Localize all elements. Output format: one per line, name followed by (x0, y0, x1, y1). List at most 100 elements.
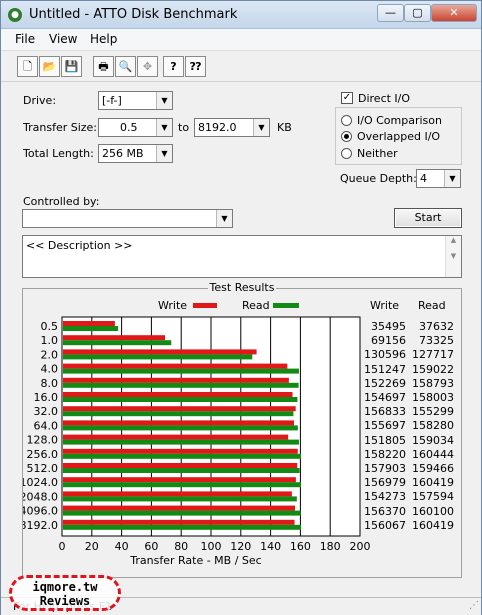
description-scrollbar[interactable]: ▲ ▼ (445, 236, 461, 277)
menu-file[interactable]: File (15, 32, 35, 46)
controlled-by-select[interactable]: ▼ (22, 209, 233, 228)
category-label: 2.0 (41, 348, 59, 361)
chevron-down-icon: ▼ (156, 119, 172, 136)
legend-write-swatch (193, 303, 217, 308)
queue-depth-select[interactable]: 4 ▼ (416, 169, 461, 188)
chevron-down-icon: ▼ (156, 92, 172, 109)
write-value: 157903 (364, 462, 406, 475)
category-label: 16.0 (34, 391, 59, 404)
read-bar (63, 453, 302, 459)
write-bar (63, 420, 294, 426)
x-tick-label: 80 (174, 540, 188, 553)
print-preview-icon[interactable]: 🔍 (115, 56, 136, 77)
read-value: 158793 (412, 376, 454, 390)
category-label: 512.0 (27, 462, 59, 475)
read-value: 159034 (412, 433, 454, 447)
category-label: 1024.0 (23, 476, 58, 489)
column-write-header: Write (370, 299, 400, 312)
watermark-line1: iqmore.tw (32, 580, 98, 594)
total-length-value: 256 MB (102, 147, 144, 160)
read-value: 159022 (412, 362, 454, 376)
drive-value: [-f-] (102, 94, 122, 107)
write-bar (63, 321, 115, 326)
read-bar (63, 510, 301, 516)
write-bar (63, 377, 289, 383)
write-bar (63, 448, 298, 454)
write-value: 156833 (364, 405, 406, 419)
category-label: 8.0 (41, 377, 59, 390)
category-label: 8192.0 (23, 519, 58, 532)
x-tick-label: 20 (85, 540, 99, 553)
help-icon[interactable]: ? (163, 56, 184, 77)
menu-help[interactable]: Help (90, 32, 117, 46)
transfer-size-to-select[interactable]: 8192.0 ▼ (194, 118, 270, 137)
to-label: to (178, 121, 190, 134)
x-tick-label: 60 (144, 540, 158, 553)
x-axis-label: Transfer Rate - MB / Sec (129, 554, 261, 567)
read-bar (63, 326, 119, 331)
write-bar (63, 505, 295, 511)
category-label: 1.0 (41, 334, 59, 347)
queue-depth-value: 4 (420, 172, 427, 185)
read-value: 158003 (412, 391, 454, 404)
menu-bar: File View Help (1, 29, 481, 51)
queue-depth-label: Queue Depth: (340, 172, 417, 185)
read-bar (63, 468, 300, 473)
drive-select[interactable]: [-f-] ▼ (98, 91, 173, 110)
write-bar (63, 491, 292, 497)
total-length-select[interactable]: 256 MB ▼ (98, 144, 173, 163)
category-label: 32.0 (34, 405, 59, 418)
transfer-size-to-value: 8192.0 (198, 121, 237, 134)
title-bar[interactable]: ● Untitled - ATTO Disk Benchmark — ▢ ✕ (1, 1, 481, 29)
x-tick-label: 100 (201, 540, 222, 553)
resize-grip-icon[interactable]: ⋰ (469, 600, 479, 611)
direct-io-checkbox[interactable]: ✓ (341, 92, 353, 104)
read-value: 127717 (412, 348, 454, 362)
x-tick-label: 40 (115, 540, 129, 553)
read-value: 73325 (419, 334, 454, 348)
window-title: Untitled - ATTO Disk Benchmark (29, 7, 238, 22)
description-textarea[interactable]: << Description >> ▲ ▼ (22, 235, 462, 278)
close-button[interactable]: ✕ (431, 4, 477, 22)
legend-write-label: Write (158, 299, 188, 312)
write-value: 158220 (364, 447, 406, 461)
read-bar (63, 411, 294, 417)
read-value: 160100 (412, 504, 454, 518)
x-tick-label: 180 (320, 540, 341, 553)
write-bar (63, 335, 166, 341)
category-label: 128.0 (27, 434, 59, 447)
read-value: 155299 (412, 405, 454, 419)
save-icon[interactable]: 💾 (61, 56, 82, 77)
io-comparison-radio[interactable] (341, 115, 352, 126)
read-bar (63, 496, 297, 502)
x-tick-label: 160 (290, 540, 311, 553)
write-value: 69156 (371, 334, 406, 348)
minimize-button[interactable]: — (377, 4, 404, 22)
read-value: 37632 (419, 320, 454, 333)
write-bar (63, 363, 288, 369)
menu-view[interactable]: View (49, 32, 77, 46)
transfer-size-from-select[interactable]: 0.5 ▼ (98, 118, 173, 137)
context-help-icon[interactable]: ⁇ (185, 56, 206, 77)
controlled-by-label: Controlled by: (23, 195, 100, 208)
move-icon[interactable]: ✥ (137, 56, 158, 77)
overlapped-io-label: Overlapped I/O (357, 130, 441, 143)
toolbar: 🗋 📂 💾 🖶 🔍 ✥ ? ⁇ (1, 52, 481, 82)
new-document-icon[interactable]: 🗋 (17, 56, 38, 77)
open-folder-icon[interactable]: 📂 (39, 56, 60, 77)
write-bar (63, 434, 289, 440)
write-value: 156979 (364, 476, 406, 490)
write-value: 155697 (364, 419, 406, 433)
start-button[interactable]: Start (394, 208, 462, 228)
neither-radio[interactable] (341, 148, 352, 159)
drive-label: Drive: (23, 94, 57, 107)
overlapped-io-radio[interactable] (341, 131, 352, 142)
maximize-button[interactable]: ▢ (404, 4, 431, 22)
write-value: 156067 (364, 518, 406, 532)
read-value: 160419 (412, 518, 454, 532)
direct-io-label: Direct I/O (358, 92, 411, 105)
kb-label: KB (277, 121, 292, 134)
write-value: 151805 (364, 433, 406, 447)
app-window: ● Untitled - ATTO Disk Benchmark — ▢ ✕ F… (0, 0, 482, 615)
print-icon[interactable]: 🖶 (93, 56, 114, 77)
